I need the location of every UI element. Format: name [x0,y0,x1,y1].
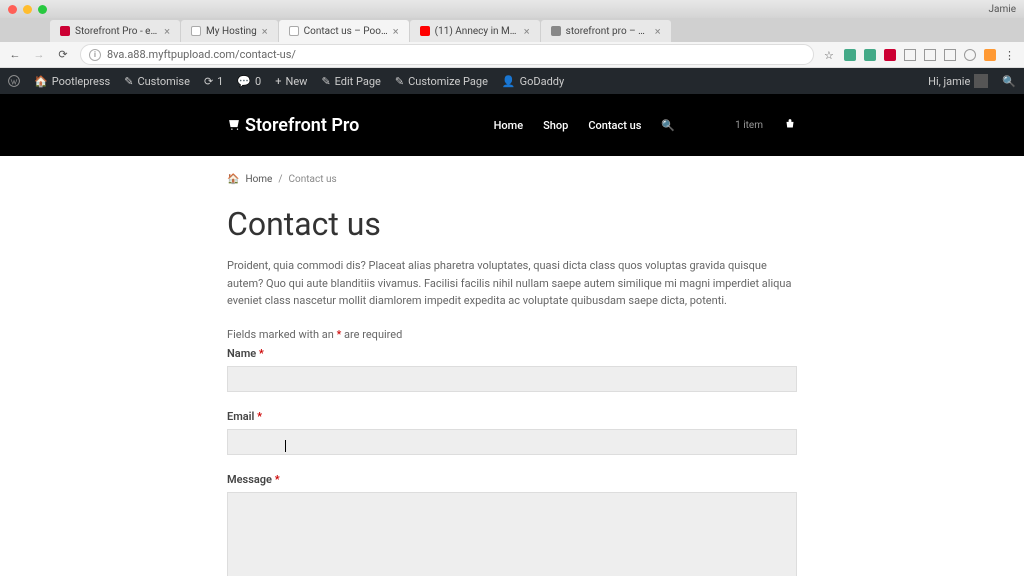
basket-icon[interactable] [783,117,797,134]
extension-icon[interactable] [904,49,916,61]
os-titlebar: Jamie [0,0,1024,18]
wp-admin-bar: 🏠 Pootlepress ✎ Customise ⟳ 1 💬 0 + New … [0,68,1024,94]
site-header: Storefront Pro Home Shop Contact us 🔍 £7… [0,94,1024,156]
home-icon: 🏠 [227,174,239,185]
field-message: Message * [227,473,797,576]
close-icon[interactable]: × [164,25,170,38]
wp-godaddy[interactable]: 👤 GoDaddy [502,75,564,88]
nav-contact[interactable]: Contact us [588,119,641,132]
search-icon[interactable]: 🔍 [1002,75,1016,88]
asterisk-icon: * [257,410,262,423]
page-intro: Proident, quia commodi dis? Placeat alia… [227,257,797,310]
close-window-button[interactable] [8,5,17,14]
required-fields-note: Fields marked with an * are required [227,328,797,341]
extension-icon[interactable] [864,49,876,61]
field-name: Name * [227,347,797,392]
tab-storefront-pro[interactable]: Storefront Pro - easily custom × [50,20,180,42]
close-icon[interactable]: × [393,25,399,38]
breadcrumb-home[interactable]: Home [245,174,272,185]
window-controls [8,5,47,14]
cart-price: £79.00 [695,119,729,132]
label-email: Email * [227,410,797,423]
wp-comments[interactable]: 💬 0 [237,75,261,88]
text-cursor [285,440,286,452]
tab-contact-us[interactable]: Contact us – Pootlepress × [279,20,409,42]
os-user-label: Jamie [989,4,1016,15]
back-button[interactable]: ← [8,48,22,61]
page-title: Contact us [227,205,797,243]
wp-logo[interactable] [8,75,20,87]
minimize-window-button[interactable] [23,5,32,14]
extension-icon[interactable] [844,49,856,61]
tab-title: Storefront Pro - easily custom [75,26,159,37]
tab-youtube[interactable]: (11) Annecy in Motion - 4K - × [410,20,540,42]
extension-icon[interactable] [984,49,996,61]
info-icon[interactable]: i [89,49,101,61]
close-icon[interactable]: × [524,25,530,38]
label-message: Message * [227,473,797,486]
maximize-window-button[interactable] [38,5,47,14]
logo-text: Storefront Pro [245,115,359,136]
toolbar-icons: ☆ ⋮ [824,49,1016,61]
nav-shop[interactable]: Shop [543,119,568,132]
wp-updates[interactable]: ⟳ 1 [204,75,223,88]
field-email: Email * [227,410,797,455]
extension-icon[interactable] [964,49,976,61]
tab-title: My Hosting [206,26,257,37]
tab-title: Contact us – Pootlepress [304,26,388,37]
url-text: 8va.a88.myftpupload.com/contact-us/ [107,48,296,61]
nav-home[interactable]: Home [494,119,524,132]
menu-icon[interactable]: ⋮ [1004,49,1016,61]
tab-title: storefront pro – Just another [566,26,650,37]
cart-items-count: 1 item [735,120,763,131]
tab-storefront-site[interactable]: storefront pro – Just another × [541,20,671,42]
name-input[interactable] [227,366,797,392]
search-icon[interactable]: 🔍 [661,119,675,132]
breadcrumb-sep: / [278,174,282,185]
tab-title: (11) Annecy in Motion - 4K - [435,26,519,37]
extension-icon[interactable] [924,49,936,61]
wordpress-icon [8,75,20,87]
breadcrumb-current: Contact us [289,174,337,185]
page-content: 🏠 Home / Contact us Contact us Proident,… [0,156,1024,576]
url-field[interactable]: i 8va.a88.myftpupload.com/contact-us/ [80,44,814,65]
label-name: Name * [227,347,797,360]
wp-new[interactable]: + New [275,75,307,88]
wp-customize-page[interactable]: ✎ Customize Page [395,75,488,88]
wp-greeting[interactable]: Hi, jamie [928,74,988,88]
close-icon[interactable]: × [655,25,661,38]
asterisk-icon: * [275,473,280,486]
star-icon[interactable]: ☆ [824,49,836,61]
wp-customise[interactable]: ✎ Customise [124,75,190,88]
reload-button[interactable]: ⟳ [56,48,70,61]
extension-icon[interactable] [944,49,956,61]
favicon-icon [289,26,299,36]
extension-icon[interactable] [884,49,896,61]
favicon-icon [60,26,70,36]
site-logo[interactable]: Storefront Pro [227,115,359,136]
primary-nav: Home Shop Contact us 🔍 £79.00 1 item [494,117,797,134]
address-bar: ← → ⟳ i 8va.a88.myftpupload.com/contact-… [0,42,1024,68]
close-icon[interactable]: × [262,25,268,38]
favicon-icon [420,26,430,36]
cart-link[interactable]: £79.00 1 item [695,119,763,132]
browser-tabs: Storefront Pro - easily custom × My Host… [0,18,1024,42]
breadcrumb: 🏠 Home / Contact us [227,174,797,185]
message-input[interactable] [227,492,797,576]
tab-my-hosting[interactable]: My Hosting × [181,20,278,42]
favicon-icon [551,26,561,36]
wp-site-name[interactable]: 🏠 Pootlepress [34,75,110,88]
email-input[interactable] [227,429,797,455]
favicon-icon [191,26,201,36]
cart-icon [227,118,241,132]
avatar [974,74,988,88]
wp-edit-page[interactable]: ✎ Edit Page [321,75,380,88]
forward-button[interactable]: → [32,48,46,61]
asterisk-icon: * [259,347,264,360]
